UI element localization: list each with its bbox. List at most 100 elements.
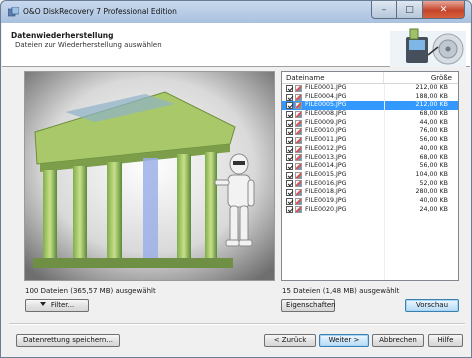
table-row[interactable]: FILE0012.JPG 40,00 KB <box>282 145 458 154</box>
app-logo-icon <box>8 7 19 17</box>
row-checkbox[interactable] <box>286 119 293 127</box>
preview-image-robot-gate <box>25 72 274 280</box>
file-name: FILE0012.JPG <box>305 144 347 152</box>
jpg-file-icon <box>295 180 302 188</box>
next-button[interactable]: Weiter > <box>319 334 369 347</box>
file-name: FILE0019.JPG <box>305 196 347 204</box>
file-name: FILE0020.JPG <box>305 205 347 213</box>
file-size: 40,00 KB <box>419 144 448 152</box>
table-row[interactable]: FILE0010.JPG 76,00 KB <box>282 127 458 136</box>
column-divider <box>384 84 385 280</box>
jpg-file-icon <box>295 206 302 214</box>
jpg-file-icon <box>295 163 302 171</box>
jpg-file-icon <box>295 189 302 197</box>
file-size: 44,00 KB <box>419 118 448 126</box>
table-row[interactable]: FILE0013.JPG 68,00 KB <box>282 154 458 163</box>
save-recovery-button[interactable]: Datenrettung speichern... <box>16 334 120 347</box>
file-size: 56,00 KB <box>419 162 448 170</box>
file-name: FILE0009.JPG <box>305 118 347 126</box>
jpg-file-icon <box>295 171 302 179</box>
page-title: Datenwiederherstellung <box>11 31 114 40</box>
row-checkbox[interactable] <box>286 180 293 188</box>
row-checkbox[interactable] <box>286 163 293 171</box>
file-size: 76,00 KB <box>419 127 448 135</box>
close-button[interactable]: ✕ <box>423 1 465 19</box>
jpg-file-icon <box>295 110 302 118</box>
file-list-rows: FILE0001.JPG 212,00 KB FILE0004.JPG 188,00 … <box>282 84 458 214</box>
file-name: FILE0013.JPG <box>305 153 347 161</box>
help-button[interactable]: Hilfe <box>428 334 463 347</box>
table-row[interactable]: FILE0020.JPG 24,00 KB <box>282 206 458 215</box>
file-name: FILE0004.JPG <box>305 92 347 100</box>
wizard-header: Datenwiederherstellung Dateien zur Wiede… <box>2 23 470 67</box>
table-row[interactable]: FILE0011.JPG 56,00 KB <box>282 136 458 145</box>
file-size: 280,00 KB <box>415 188 448 196</box>
file-name: FILE0005.JPG <box>305 101 347 109</box>
file-size: 212,00 KB <box>415 101 448 109</box>
table-row[interactable]: FILE0019.JPG 40,00 KB <box>282 197 458 206</box>
jpg-file-icon <box>295 84 302 92</box>
row-checkbox[interactable] <box>286 154 293 162</box>
file-size: 68,00 KB <box>419 110 448 118</box>
properties-button[interactable]: Eigenschaften <box>281 299 336 312</box>
maximize-button[interactable]: □ <box>397 1 423 19</box>
title-bar[interactable]: O&O DiskRecovery 7 Professional Edition … <box>1 1 471 23</box>
file-size: 40,00 KB <box>419 196 448 204</box>
file-list[interactable]: Dateiname Größe FILE0001.JPG 212,00 KB FIL… <box>281 71 459 281</box>
file-name: FILE0015.JPG <box>305 170 347 178</box>
table-row[interactable]: FILE0009.JPG 44,00 KB <box>282 119 458 128</box>
filter-button[interactable]: Filter... <box>25 299 89 312</box>
row-checkbox[interactable] <box>286 84 293 92</box>
jpg-file-icon <box>295 145 302 153</box>
row-checkbox[interactable] <box>286 189 293 197</box>
row-checkbox[interactable] <box>286 128 293 136</box>
table-row[interactable]: FILE0008.JPG 68,00 KB <box>282 110 458 119</box>
row-checkbox[interactable] <box>286 110 293 118</box>
row-checkbox[interactable] <box>286 102 293 110</box>
column-header-size[interactable]: Größe <box>384 72 458 83</box>
preview-button[interactable]: Vorschau <box>405 299 459 312</box>
table-row[interactable]: FILE0018.JPG 280,00 KB <box>282 188 458 197</box>
file-name: FILE0014.JPG <box>305 162 347 170</box>
image-preview <box>24 71 275 281</box>
table-row[interactable]: FILE0015.JPG 104,00 KB <box>282 171 458 180</box>
file-name: FILE0001.JPG <box>305 84 347 91</box>
table-row[interactable]: FILE0004.JPG 188,00 KB <box>282 93 458 102</box>
table-row[interactable]: FILE0014.JPG 56,00 KB <box>282 162 458 171</box>
table-row[interactable]: FILE0016.JPG 52,00 KB <box>282 180 458 189</box>
file-list-header: Dateiname Größe <box>282 72 458 84</box>
file-size: 212,00 KB <box>415 84 448 91</box>
file-size: 68,00 KB <box>419 153 448 161</box>
file-size: 24,00 KB <box>419 205 448 213</box>
jpg-file-icon <box>295 136 302 144</box>
file-size: 104,00 KB <box>415 170 448 178</box>
back-button[interactable]: < Zurück <box>264 334 316 347</box>
row-checkbox[interactable] <box>286 171 293 179</box>
row-checkbox[interactable] <box>286 145 293 153</box>
filter-button-label: Filter... <box>50 301 75 309</box>
cancel-button[interactable]: Abbrechen <box>372 334 424 347</box>
row-checkbox[interactable] <box>286 206 293 214</box>
jpg-file-icon <box>295 119 302 127</box>
minimize-button[interactable]: – <box>371 1 397 19</box>
column-header-name[interactable]: Dateiname <box>282 72 384 83</box>
file-name: FILE0010.JPG <box>305 127 347 135</box>
status-selected-files: 15 Dateien (1,48 MB) ausgewählt <box>282 287 400 295</box>
table-row[interactable]: FILE0001.JPG 212,00 KB <box>282 84 458 93</box>
chevron-down-icon <box>39 302 46 306</box>
app-window: O&O DiskRecovery 7 Professional Edition … <box>0 0 472 358</box>
file-size: 56,00 KB <box>419 136 448 144</box>
jpg-file-icon <box>295 102 302 110</box>
file-size: 188,00 KB <box>415 92 448 100</box>
jpg-file-icon <box>295 154 302 162</box>
jpg-file-icon <box>295 128 302 136</box>
row-checkbox[interactable] <box>286 197 293 205</box>
table-row[interactable]: FILE0005.JPG 212,00 KB <box>282 101 458 111</box>
file-name: FILE0018.JPG <box>305 188 347 196</box>
jpg-file-icon <box>295 93 302 101</box>
row-checkbox[interactable] <box>286 93 293 101</box>
page-subtitle: Dateien zur Wiederherstellung auswählen <box>15 41 162 49</box>
file-name: FILE0011.JPG <box>305 136 347 144</box>
footer-divider <box>9 323 465 325</box>
row-checkbox[interactable] <box>286 136 293 144</box>
